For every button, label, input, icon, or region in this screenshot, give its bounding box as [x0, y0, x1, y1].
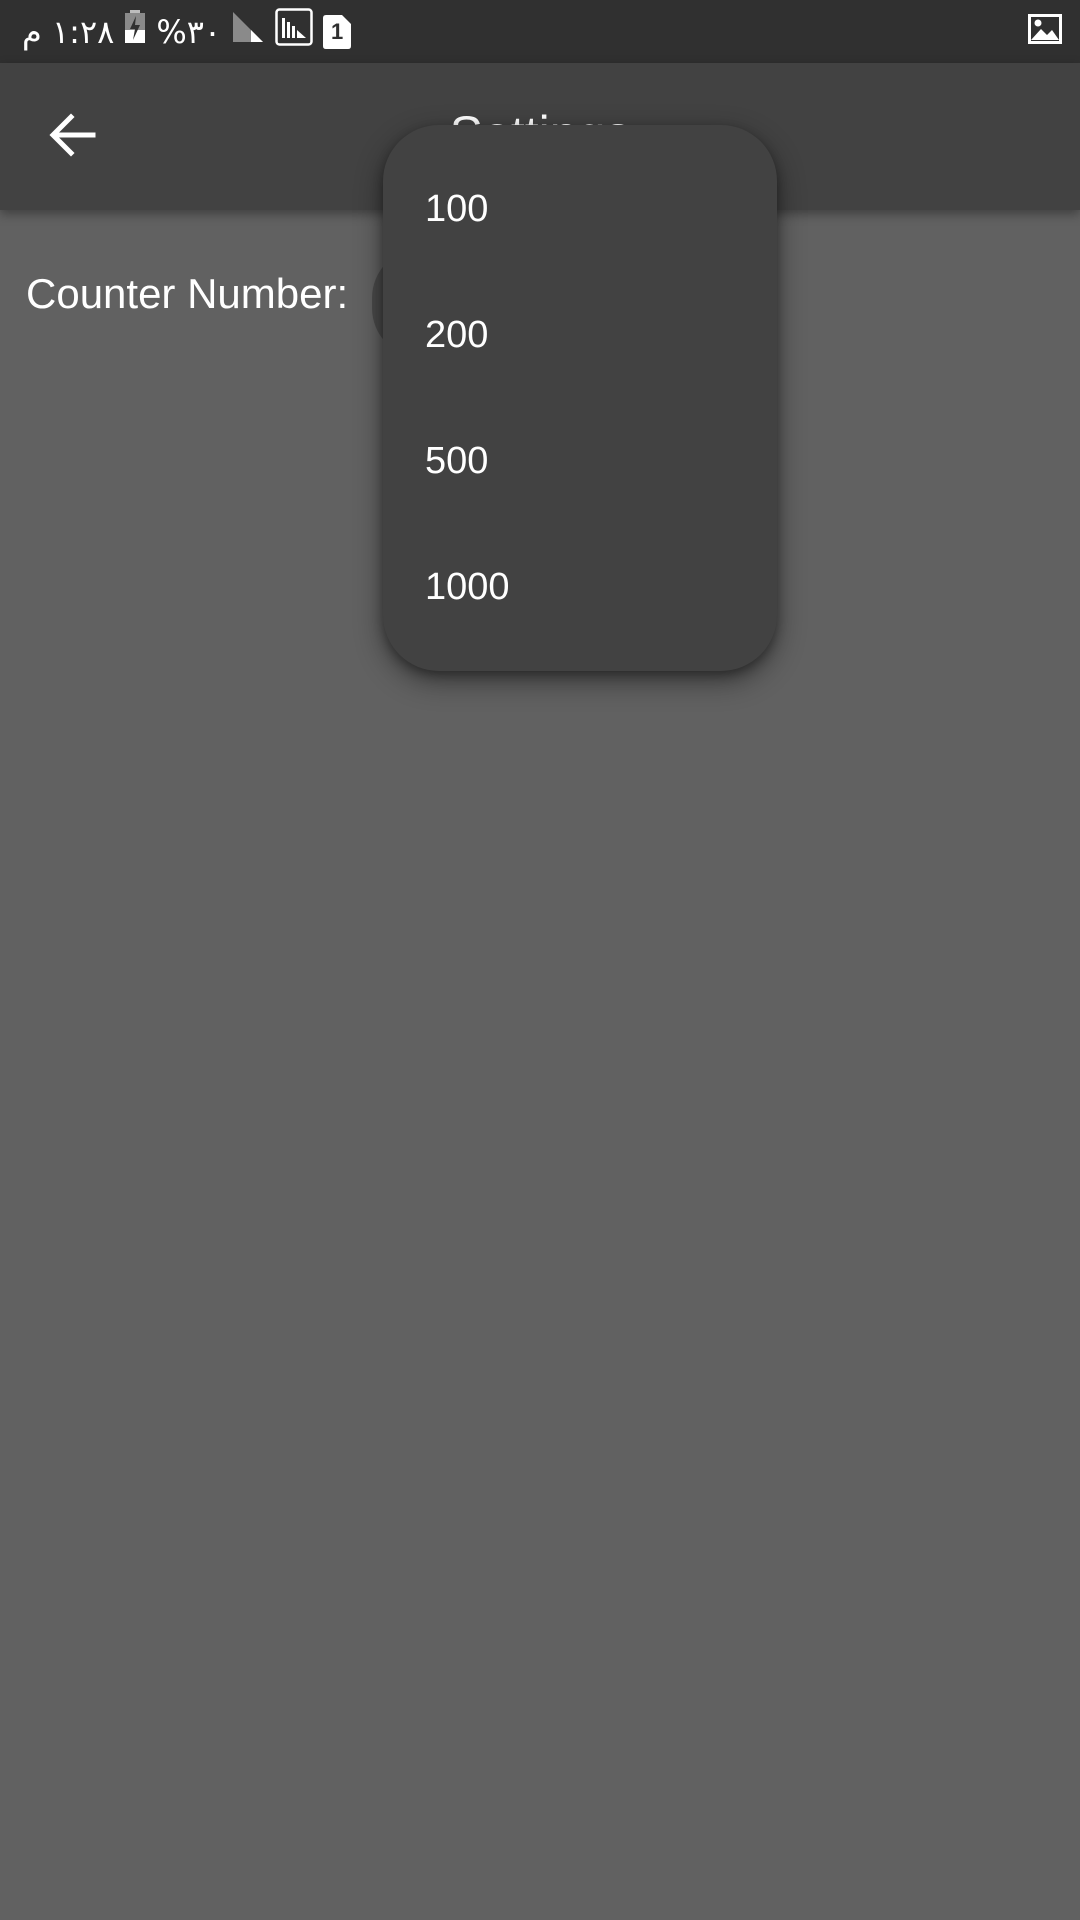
- image-icon: [1028, 14, 1062, 49]
- signal-icon: [231, 10, 265, 53]
- screen: ۱:۲۸ م ٣٠% 1 Counter Number: 100 200 500…: [0, 0, 1080, 1920]
- counter-label: Counter Number:: [26, 270, 349, 317]
- menu-item-500[interactable]: 500: [383, 398, 777, 524]
- battery-charging-icon: [124, 10, 146, 53]
- status-left: ۱:۲۸ م ٣٠% 1: [22, 0, 352, 63]
- status-right: [1028, 0, 1062, 63]
- status-time: ۱:۲۸ م: [22, 12, 115, 51]
- counter-row: Counter Number:: [26, 270, 348, 318]
- battery-percent: ٣٠%: [156, 12, 222, 51]
- menu-item-1000[interactable]: 1000: [383, 524, 777, 650]
- menu-item-100[interactable]: 100: [383, 146, 777, 272]
- status-bar: ۱:۲۸ م ٣٠% 1: [0, 0, 1080, 63]
- signal-box-icon: [275, 8, 313, 55]
- menu-item-200[interactable]: 200: [383, 272, 777, 398]
- counter-dropdown-menu: 100 200 500 1000: [383, 125, 777, 671]
- sim-icon: 1: [323, 14, 352, 49]
- sim-badge: 1: [330, 18, 344, 44]
